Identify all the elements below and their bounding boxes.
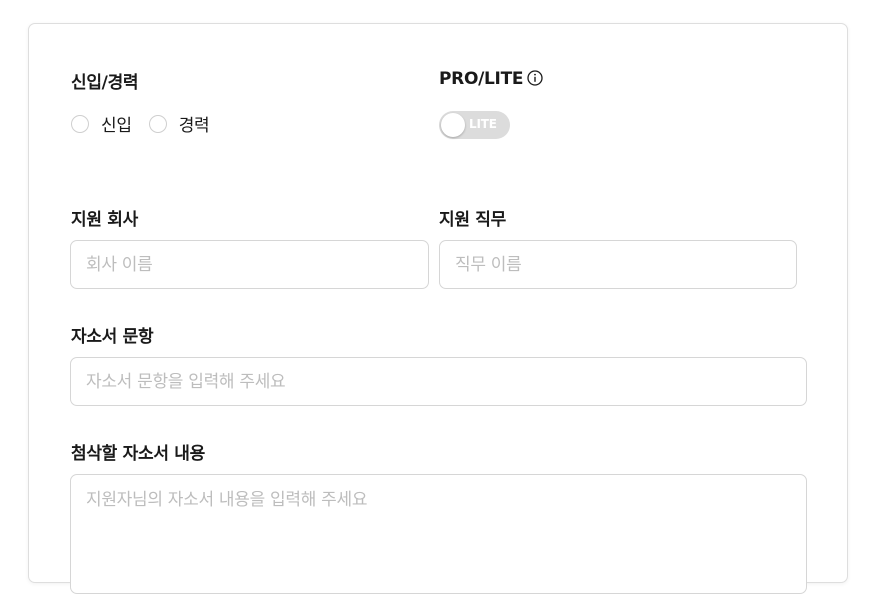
company-label: 지원 회사 xyxy=(71,210,138,230)
question-label: 자소서 문항 xyxy=(71,327,154,347)
toggle-text: LITE xyxy=(469,117,497,131)
toggle-knob[interactable] xyxy=(441,113,465,137)
plan-label: PRO/LITE xyxy=(439,69,524,89)
radio-experienced-label[interactable]: 경력 xyxy=(179,111,210,136)
radio-new[interactable]: 신입 xyxy=(71,111,132,136)
content-label: 첨삭할 자소서 내용 xyxy=(71,444,205,464)
radio-new-label[interactable]: 신입 xyxy=(101,111,132,136)
career-label: 신입/경력 xyxy=(71,73,139,93)
career-radio-group: 신입 경력 xyxy=(71,111,226,136)
plan-label-wrap: PRO/LITE xyxy=(439,69,543,89)
info-circle-icon[interactable] xyxy=(527,70,543,86)
pro-lite-toggle[interactable]: LITE xyxy=(439,111,510,139)
company-input[interactable] xyxy=(70,240,429,289)
content-textarea[interactable] xyxy=(70,474,807,594)
position-label: 지원 직무 xyxy=(439,210,506,230)
radio-experienced[interactable]: 경력 xyxy=(148,111,210,136)
position-input[interactable] xyxy=(439,240,797,289)
resume-form-card: 신입/경력 신입 경력 PRO/LITE LITE 지원 회사 지원 직무 자소… xyxy=(28,23,848,594)
radio-new-circle[interactable] xyxy=(71,114,89,133)
question-input[interactable] xyxy=(70,357,807,406)
radio-experienced-circle[interactable] xyxy=(148,114,167,133)
